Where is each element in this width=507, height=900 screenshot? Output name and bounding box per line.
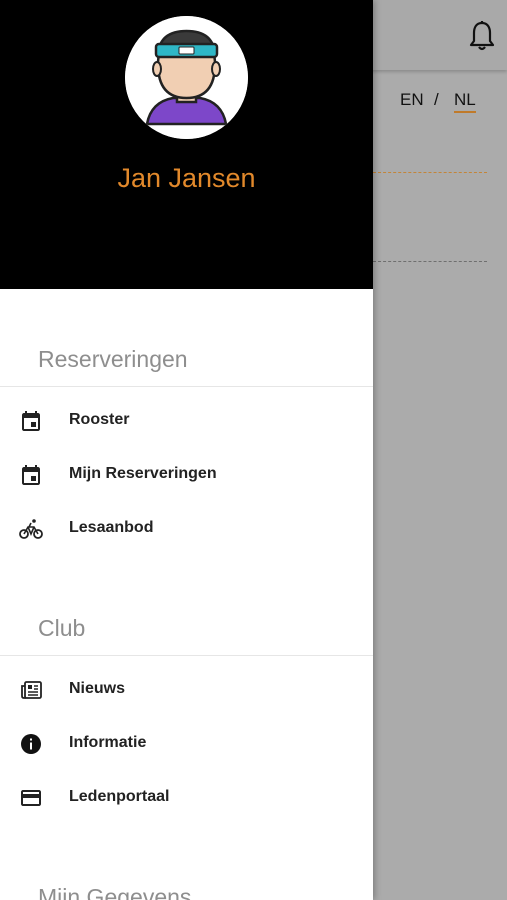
section-divider bbox=[0, 386, 373, 387]
section-title-club: Club bbox=[38, 615, 86, 641]
bicycle-icon bbox=[19, 519, 43, 539]
cyclist-avatar-icon bbox=[125, 16, 248, 139]
language-en[interactable]: EN bbox=[400, 90, 424, 110]
calendar-icon bbox=[22, 411, 40, 431]
credit-card-icon bbox=[21, 790, 41, 806]
nav-item-informatie[interactable]: Informatie bbox=[0, 717, 373, 771]
bell-icon[interactable] bbox=[468, 20, 496, 52]
language-nl[interactable]: NL bbox=[454, 90, 476, 113]
language-switcher: EN / NL bbox=[396, 88, 486, 114]
nav-item-label: Mijn Reserveringen bbox=[69, 465, 217, 482]
divider-line bbox=[373, 172, 487, 173]
section-title-reserveringen: Reserveringen bbox=[38, 346, 188, 372]
nav-item-lesaanbod[interactable]: Lesaanbod bbox=[0, 502, 373, 556]
nav-item-label: Informatie bbox=[69, 734, 147, 751]
language-separator: / bbox=[434, 90, 439, 109]
nav-item-mijn-reserveringen[interactable]: Mijn Reserveringen bbox=[0, 448, 373, 502]
divider-line bbox=[373, 261, 487, 262]
section-divider bbox=[0, 655, 373, 656]
drawer-header: Jan Jansen bbox=[0, 0, 373, 289]
nav-item-ledenportaal[interactable]: Ledenportaal bbox=[0, 771, 373, 825]
user-name: Jan Jansen bbox=[117, 163, 256, 193]
info-icon bbox=[21, 734, 41, 754]
navigation-drawer: Jan Jansen Reserveringen Rooster Mijn Re… bbox=[0, 0, 373, 900]
newspaper-icon bbox=[21, 681, 42, 699]
nav-item-rooster[interactable]: Rooster bbox=[0, 394, 373, 448]
avatar[interactable] bbox=[125, 16, 248, 139]
nav-item-label: Ledenportaal bbox=[69, 788, 170, 805]
nav-item-label: Lesaanbod bbox=[69, 519, 154, 536]
nav-item-nieuws[interactable]: Nieuws bbox=[0, 663, 373, 717]
nav-item-label: Rooster bbox=[69, 411, 130, 428]
calendar-icon bbox=[22, 465, 40, 485]
nav-item-label: Nieuws bbox=[69, 680, 126, 697]
section-title-mijn-gegevens: Mijn Gegevens bbox=[38, 884, 192, 900]
